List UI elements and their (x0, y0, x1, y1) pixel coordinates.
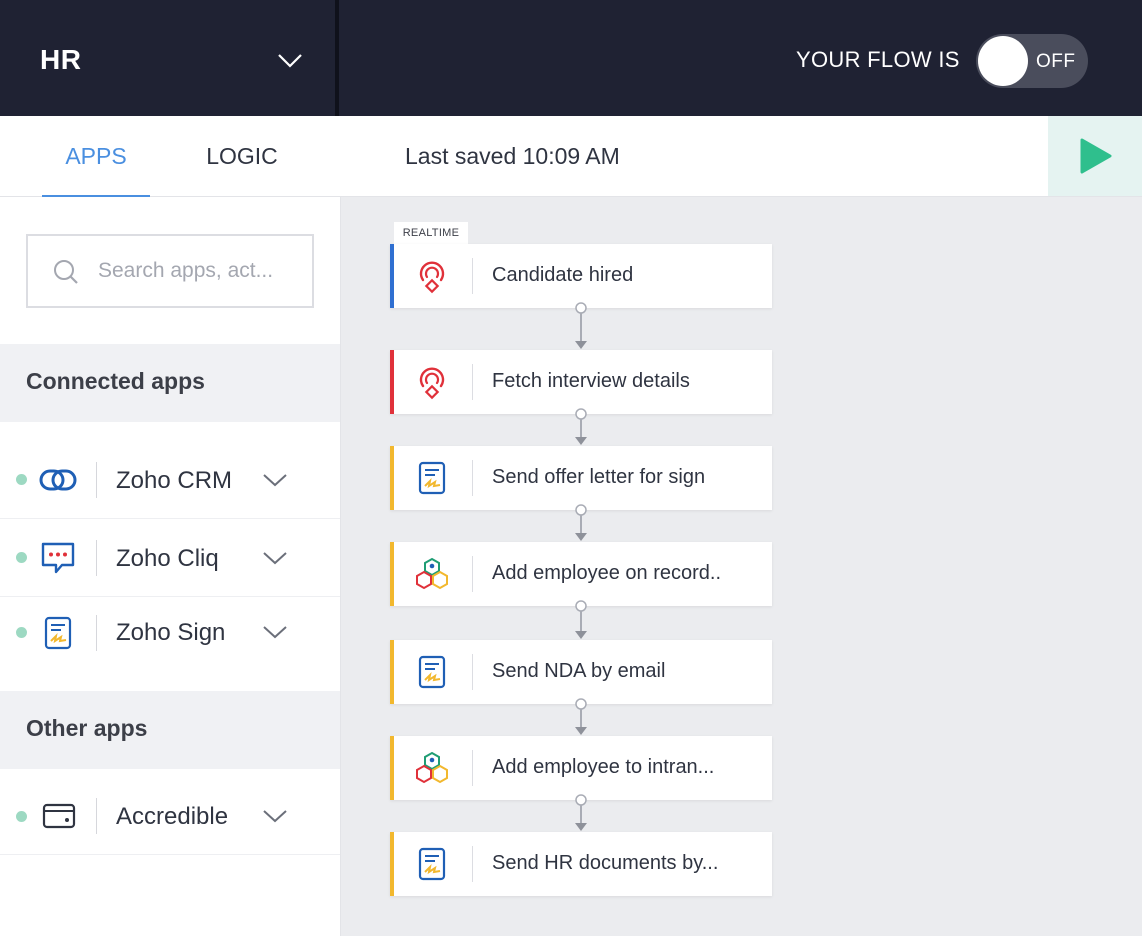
zoho-sign-icon (418, 847, 446, 881)
flow-canvas: REALTIME Candidate hired Fetch interview… (341, 197, 1142, 936)
flow-node-action[interactable]: Fetch interview details (390, 350, 772, 414)
search-icon (54, 260, 78, 284)
app-row-zoho-crm[interactable]: Zoho CRM (0, 441, 340, 519)
chevron-down-icon[interactable] (276, 50, 304, 70)
top-bar: HR YOUR FLOW IS OFF (0, 0, 1142, 116)
node-label: Add employee to intran... (492, 756, 715, 778)
connected-dot (16, 552, 27, 563)
app-row-zoho-cliq[interactable]: Zoho Cliq (0, 519, 340, 597)
workspace-name: HR (40, 44, 82, 75)
chevron-down-icon[interactable] (262, 549, 288, 567)
flow-node-action[interactable]: Send NDA by email (390, 640, 772, 704)
chevron-down-icon[interactable] (262, 623, 288, 641)
app-row-zoho-sign[interactable]: Zoho Sign (0, 597, 340, 675)
connected-apps-header: Connected apps (0, 344, 340, 422)
chevron-down-icon[interactable] (262, 807, 288, 825)
node-divider (472, 460, 473, 496)
other-apps-title: Other apps (26, 715, 148, 741)
flow-toggle[interactable]: OFF (976, 34, 1088, 88)
zoho-sign-icon (418, 461, 446, 495)
app-name: Accredible (116, 803, 229, 830)
node-label: Candidate hired (492, 264, 634, 286)
chevron-down-icon[interactable] (262, 471, 288, 489)
connector-arrow (575, 504, 587, 541)
connected-dot (16, 627, 27, 638)
node-divider (472, 258, 473, 294)
header-divider (335, 0, 339, 116)
app-name: Zoho Cliq (116, 545, 219, 572)
node-divider (472, 556, 473, 592)
node-label: Send HR documents by... (492, 852, 719, 874)
toggle-state: OFF (1036, 51, 1076, 72)
row-divider (96, 462, 97, 498)
node-divider (472, 364, 473, 400)
node-accent (390, 244, 394, 308)
flow-node-action[interactable]: Send offer letter for sign (390, 446, 772, 510)
toggle-knob (978, 36, 1028, 86)
node-accent (390, 736, 394, 800)
other-apps-header: Other apps (0, 691, 340, 769)
node-divider (472, 846, 473, 882)
flow-status-label: YOUR FLOW IS (796, 47, 960, 72)
search-input[interactable] (98, 254, 303, 288)
app-name: Zoho Sign (116, 619, 226, 646)
zoho-people-icon (416, 751, 448, 784)
flow-node-trigger[interactable]: Candidate hired (390, 244, 772, 308)
accredible-icon (42, 803, 76, 829)
last-saved-status: Last saved 10:09 AM (405, 143, 620, 169)
node-accent (390, 542, 394, 606)
search-box[interactable] (26, 234, 314, 308)
connected-dot (16, 811, 27, 822)
tab-logic[interactable]: LOGIC (188, 116, 296, 197)
zoho-people-icon (416, 557, 448, 590)
app-name: Zoho CRM (116, 467, 233, 494)
flow-node-action[interactable]: Add employee on record.. (390, 542, 772, 606)
node-accent (390, 446, 394, 510)
node-accent (390, 350, 394, 414)
connector-arrow (575, 302, 587, 349)
connector-arrow (575, 698, 587, 735)
zoho-sign-icon (418, 655, 446, 689)
connected-dot (16, 474, 27, 485)
row-divider (96, 798, 97, 834)
zoho-recruit-icon (419, 367, 445, 400)
workspace-selector[interactable]: HR (0, 0, 336, 116)
zoho-recruit-icon (419, 261, 445, 294)
realtime-tag: REALTIME (394, 222, 468, 244)
connected-apps-title: Connected apps (26, 368, 205, 394)
row-divider (96, 540, 97, 576)
app-row-accredible[interactable]: Accredible (0, 777, 340, 855)
zoho-sign-icon (44, 616, 72, 650)
node-label: Send offer letter for sign (492, 466, 706, 488)
tab-apps[interactable]: APPS (42, 116, 150, 198)
play-icon (1080, 138, 1112, 174)
zoho-cliq-icon (41, 542, 75, 574)
flow-node-action[interactable]: Send HR documents by... (390, 832, 772, 896)
node-divider (472, 654, 473, 690)
tab-bar: APPS LOGIC Last saved 10:09 AM (0, 116, 1142, 198)
flow-node-action[interactable]: Add employee to intran... (390, 736, 772, 800)
row-divider (96, 615, 97, 651)
zoho-crm-icon (39, 469, 77, 491)
node-accent (390, 640, 394, 704)
connector-arrow (575, 600, 587, 639)
node-label: Send NDA by email (492, 660, 666, 682)
connector-arrow (575, 408, 587, 445)
node-label: Add employee on record.. (492, 562, 722, 584)
apps-sidebar: Connected apps Zoho CRM Zoho Cliq (0, 197, 341, 936)
node-divider (472, 750, 473, 786)
run-button[interactable] (1048, 116, 1142, 196)
node-label: Fetch interview details (492, 370, 690, 392)
node-accent (390, 832, 394, 896)
connector-arrow (575, 794, 587, 831)
